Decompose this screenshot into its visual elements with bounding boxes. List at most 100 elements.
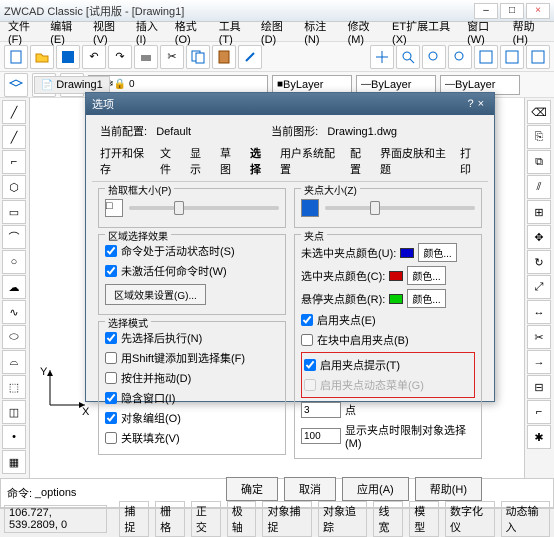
- pickbox-slider[interactable]: [129, 206, 279, 210]
- zoom-win-icon[interactable]: [422, 45, 446, 69]
- chk-implied[interactable]: 隐含窗口(I): [105, 388, 279, 408]
- revcloud-icon[interactable]: ☁: [2, 275, 26, 299]
- save-icon[interactable]: [56, 45, 80, 69]
- chk-enable-grip[interactable]: 启用夹点(E): [301, 310, 475, 330]
- unsel-color-select[interactable]: 颜色...: [418, 243, 456, 262]
- menu-view[interactable]: 视图(V): [89, 16, 130, 48]
- cut-icon[interactable]: ✂: [160, 45, 184, 69]
- xline-icon[interactable]: ╱: [2, 125, 26, 149]
- tab-user[interactable]: 用户系统配置: [280, 145, 340, 177]
- point-icon[interactable]: •: [2, 425, 26, 449]
- chk-hatch[interactable]: 关联填充(V): [105, 428, 279, 448]
- tab-drafting[interactable]: 草图: [220, 145, 240, 177]
- ok-button[interactable]: 确定: [226, 477, 278, 501]
- chk-group[interactable]: 对象编组(O): [105, 408, 279, 428]
- dialog-close-icon[interactable]: ×: [474, 98, 488, 110]
- menu-tools[interactable]: 工具(T): [215, 16, 255, 48]
- explode-icon[interactable]: ✱: [527, 425, 551, 449]
- menu-dim[interactable]: 标注(N): [300, 16, 341, 48]
- array-icon[interactable]: ⊞: [527, 200, 551, 224]
- chk-shift[interactable]: 用Shift键添加到选择集(F): [105, 348, 279, 368]
- pline-icon[interactable]: ⌐: [2, 150, 26, 174]
- props-icon[interactable]: [474, 45, 498, 69]
- ellipse-icon[interactable]: ⬭: [2, 325, 26, 349]
- help-button[interactable]: 帮助(H): [415, 477, 482, 501]
- current-profile-label: 当前配置: Default: [100, 123, 191, 139]
- apply-button[interactable]: 应用(A): [342, 477, 409, 501]
- menu-insert[interactable]: 插入(I): [132, 16, 169, 48]
- copy-icon[interactable]: [186, 45, 210, 69]
- gripsize-preview: [301, 199, 319, 217]
- chk-cmd-active[interactable]: 命令处于活动状态时(S): [105, 241, 279, 261]
- hover-color-select[interactable]: 颜色...: [407, 289, 445, 308]
- move-icon[interactable]: ✥: [527, 225, 551, 249]
- block-icon[interactable]: ◫: [2, 400, 26, 424]
- tp-icon[interactable]: [526, 45, 550, 69]
- break-icon[interactable]: ⊟: [527, 375, 551, 399]
- gripsize-slider[interactable]: [325, 206, 475, 210]
- grip-limit-input[interactable]: [301, 428, 341, 444]
- mirror-icon[interactable]: ⧉: [527, 150, 551, 174]
- menu-file[interactable]: 文件(F): [4, 16, 44, 48]
- tab-profiles[interactable]: 配置: [350, 145, 370, 177]
- svg-text:Y: Y: [40, 366, 48, 378]
- cancel-button[interactable]: 取消: [284, 477, 336, 501]
- menu-modify[interactable]: 修改(M): [344, 16, 386, 48]
- layer-mgr-icon[interactable]: [4, 73, 28, 97]
- tab-files[interactable]: 文件: [160, 145, 180, 177]
- zoom-icon[interactable]: [396, 45, 420, 69]
- tab-display[interactable]: 显示: [190, 145, 210, 177]
- offset-icon[interactable]: ⫽: [527, 175, 551, 199]
- rotate-icon[interactable]: ↻: [527, 250, 551, 274]
- tab-opensave[interactable]: 打开和保存: [100, 145, 150, 177]
- undo-icon[interactable]: ↶: [82, 45, 106, 69]
- open-icon[interactable]: [30, 45, 54, 69]
- trim-icon[interactable]: ✂: [527, 325, 551, 349]
- extend-icon[interactable]: →: [527, 350, 551, 374]
- chk-pre-post[interactable]: 先选择后执行(N): [105, 328, 279, 348]
- menu-edit[interactable]: 编辑(E): [46, 16, 87, 48]
- print-icon[interactable]: [134, 45, 158, 69]
- chk-block-grip[interactable]: 在块中启用夹点(B): [301, 330, 475, 350]
- menu-et[interactable]: ET扩展工具(X): [388, 16, 461, 48]
- menu-help[interactable]: 帮助(H): [509, 16, 550, 48]
- rect-icon[interactable]: ▭: [2, 200, 26, 224]
- arc-icon[interactable]: ⌒: [2, 225, 26, 249]
- pan-icon[interactable]: [370, 45, 394, 69]
- chk-grip-dyn[interactable]: 启用夹点动态菜单(G): [304, 375, 472, 395]
- new-icon[interactable]: [4, 45, 28, 69]
- menu-format[interactable]: 格式(O): [171, 16, 213, 48]
- tab-skin[interactable]: 界面皮肤和主题: [380, 145, 450, 177]
- chk-not-cmd[interactable]: 未激活任何命令时(W): [105, 261, 279, 281]
- chk-press-drag[interactable]: 按住并拖动(D): [105, 368, 279, 388]
- zoom-prev-icon[interactable]: [448, 45, 472, 69]
- pts-input[interactable]: [301, 402, 341, 418]
- copy-obj-icon[interactable]: ⎘: [527, 125, 551, 149]
- fillet-icon[interactable]: ⌐: [527, 400, 551, 424]
- tab-selection[interactable]: 选择: [250, 145, 270, 177]
- redo-icon[interactable]: ↷: [108, 45, 132, 69]
- erase-icon[interactable]: ⌫: [527, 100, 551, 124]
- polygon-icon[interactable]: ⬡: [2, 175, 26, 199]
- gripsize-label: 夹点大小(Z): [301, 182, 360, 197]
- status-dyn[interactable]: 动态输入: [501, 501, 551, 537]
- scale-icon[interactable]: ⤢: [527, 275, 551, 299]
- chk-grip-tip[interactable]: 启用夹点提示(T): [304, 355, 472, 375]
- visual-settings-button[interactable]: 区域效果设置(G)...: [105, 284, 206, 305]
- insert-icon[interactable]: ⬚: [2, 375, 26, 399]
- dc-icon[interactable]: [500, 45, 524, 69]
- paste-icon[interactable]: [212, 45, 236, 69]
- circle-icon[interactable]: ○: [2, 250, 26, 274]
- hatch-icon[interactable]: ▦: [2, 450, 26, 474]
- stretch-icon[interactable]: ↔: [527, 300, 551, 324]
- highlighted-option: 启用夹点提示(T) 启用夹点动态菜单(G): [301, 352, 475, 398]
- match-icon[interactable]: [238, 45, 262, 69]
- sel-color-select[interactable]: 颜色...: [407, 266, 445, 285]
- spline-icon[interactable]: ∿: [2, 300, 26, 324]
- ellipse-arc-icon[interactable]: ⌓: [2, 350, 26, 374]
- menu-window[interactable]: 窗口(W): [463, 16, 507, 48]
- tab-print[interactable]: 打印: [460, 145, 480, 177]
- dialog-titlebar: 选项 ? ×: [86, 93, 494, 115]
- menu-draw[interactable]: 绘图(D): [257, 16, 298, 48]
- line-icon[interactable]: ╱: [2, 100, 26, 124]
